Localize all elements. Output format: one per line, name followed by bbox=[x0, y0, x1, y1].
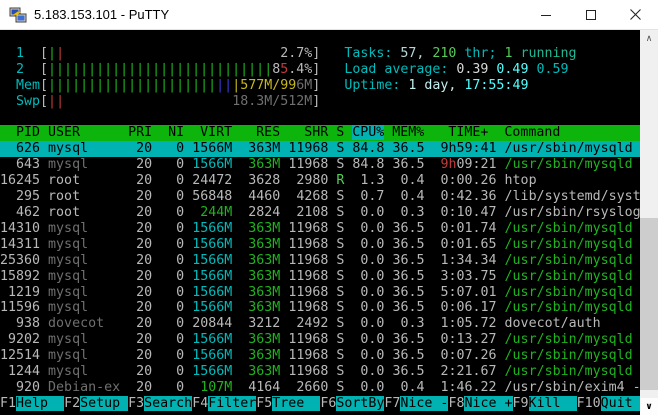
terminal-blank-line bbox=[0, 110, 640, 126]
mem-meter: Mem[||||||||||||||||||||||||577M/996M] U… bbox=[0, 78, 640, 94]
minimize-icon bbox=[541, 10, 551, 20]
fkey-label-f4[interactable]: Filter bbox=[208, 396, 256, 411]
fkey-label-f9[interactable]: Kill bbox=[529, 396, 577, 411]
cpu1-meter: 1 [|| 2.7%] Tasks: 57, 210 thr; 1 runnin… bbox=[0, 46, 640, 62]
minimize-button[interactable] bbox=[523, 0, 568, 29]
fkey-f5[interactable]: F5 bbox=[256, 396, 272, 411]
process-row-1219[interactable]: 1219 mysql 20 0 1566M 363M 11968 S 0.0 3… bbox=[0, 285, 640, 301]
process-row-14311[interactable]: 14311 mysql 20 0 1566M 363M 11968 S 0.0 … bbox=[0, 237, 640, 253]
fkey-label-f3[interactable]: Search bbox=[144, 396, 192, 411]
fkey-label-f5[interactable]: Tree bbox=[272, 396, 320, 411]
fkey-f10[interactable]: F10 bbox=[577, 396, 601, 411]
fkey-label-f6[interactable]: SortBy bbox=[336, 396, 384, 411]
terminal-blank-line bbox=[0, 30, 640, 46]
scrollbar-thumb[interactable] bbox=[640, 218, 658, 390]
window-title: 5.183.153.101 - PuTTY bbox=[34, 7, 523, 22]
fkey-label-f7[interactable]: Nice - bbox=[400, 396, 448, 411]
maximize-icon bbox=[586, 10, 596, 20]
scrollbar-track[interactable]: ∧ ∨ bbox=[640, 30, 658, 415]
process-row-14310[interactable]: 14310 mysql 20 0 1566M 363M 11968 S 0.0 … bbox=[0, 221, 640, 237]
fkey-label-f1[interactable]: Help bbox=[16, 396, 64, 411]
close-icon bbox=[630, 9, 641, 20]
fkey-label-f8[interactable]: Nice + bbox=[464, 396, 512, 411]
process-row-938[interactable]: 938 dovecot 20 0 20844 3212 2492 S 0.0 0… bbox=[0, 316, 640, 332]
process-row-16245[interactable]: 16245 root 20 0 24472 3628 2980 R 1.3 0.… bbox=[0, 173, 640, 189]
putty-icon bbox=[9, 6, 27, 24]
process-row-11596[interactable]: 11596 mysql 20 0 1566M 363M 11968 S 0.0 … bbox=[0, 300, 640, 316]
process-row-25360[interactable]: 25360 mysql 20 0 1566M 363M 11968 S 0.0 … bbox=[0, 253, 640, 269]
close-button[interactable] bbox=[613, 0, 658, 29]
fkey-f3[interactable]: F3 bbox=[128, 396, 144, 411]
fkey-f4[interactable]: F4 bbox=[192, 396, 208, 411]
process-row-1244[interactable]: 1244 mysql 20 0 1566M 363M 11968 S 0.0 3… bbox=[0, 364, 640, 380]
fkey-label-f10[interactable]: Quit bbox=[601, 396, 640, 411]
process-row-462[interactable]: 462 root 20 0 244M 2824 2108 S 0.0 0.3 0… bbox=[0, 205, 640, 221]
fkey-f8[interactable]: F8 bbox=[448, 396, 464, 411]
swp-meter: Swp[|| 18.3M/512M] bbox=[0, 94, 640, 110]
process-row-626[interactable]: 626 mysql 20 0 1566M 363M 11968 S 84.8 3… bbox=[0, 141, 640, 157]
process-row-15892[interactable]: 15892 mysql 20 0 1566M 363M 11968 S 0.0 … bbox=[0, 269, 640, 285]
fkey-f7[interactable]: F7 bbox=[384, 396, 400, 411]
fkey-f2[interactable]: F2 bbox=[64, 396, 80, 411]
fkey-f6[interactable]: F6 bbox=[320, 396, 336, 411]
putty-window: 5.183.153.101 - PuTTY 1 [|| 2.7%] Tasks:… bbox=[0, 0, 658, 415]
title-bar: 5.183.153.101 - PuTTY bbox=[0, 0, 658, 30]
fkey-f1[interactable]: F1 bbox=[0, 396, 16, 411]
table-header[interactable]: PID USER PRI NI VIRT RES SHR S CPU% MEM%… bbox=[0, 125, 640, 141]
scroll-down-icon[interactable]: ∨ bbox=[640, 398, 658, 415]
fkey-f9[interactable]: F9 bbox=[513, 396, 529, 411]
function-key-bar: F1Help F2Setup F3SearchF4FilterF5Tree F6… bbox=[0, 396, 640, 412]
process-row-643[interactable]: 643 mysql 20 0 1566M 363M 11968 S 84.8 3… bbox=[0, 157, 640, 173]
process-row-920[interactable]: 920 Debian-ex 20 0 107M 4164 2660 S 0.0 … bbox=[0, 380, 640, 396]
fkey-label-f2[interactable]: Setup bbox=[80, 396, 128, 411]
maximize-button[interactable] bbox=[568, 0, 613, 29]
scroll-up-icon[interactable]: ∧ bbox=[640, 30, 658, 47]
process-row-9202[interactable]: 9202 mysql 20 0 1566M 363M 11968 S 0.0 3… bbox=[0, 332, 640, 348]
process-row-12514[interactable]: 12514 mysql 20 0 1566M 363M 11968 S 0.0 … bbox=[0, 348, 640, 364]
process-row-295[interactable]: 295 root 20 0 56848 4460 4268 S 0.7 0.4 … bbox=[0, 189, 640, 205]
cpu2-meter: 2 [||||||||||||||||||||||||||||85.4%] Lo… bbox=[0, 62, 640, 78]
terminal-screen[interactable]: 1 [|| 2.7%] Tasks: 57, 210 thr; 1 runnin… bbox=[0, 30, 640, 415]
